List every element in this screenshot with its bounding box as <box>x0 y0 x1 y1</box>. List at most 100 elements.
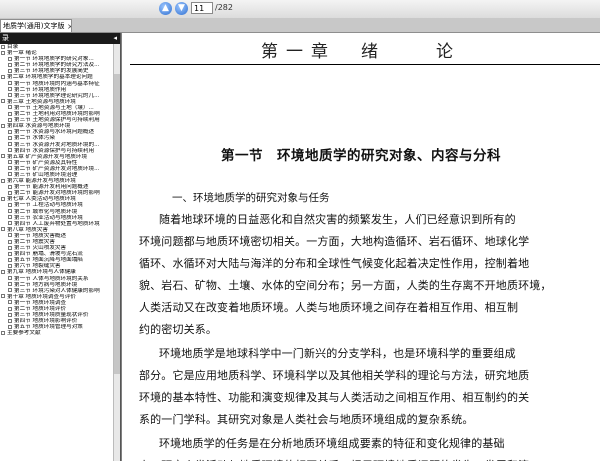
header-rule <box>130 64 600 65</box>
bookmark-expander-icon[interactable] <box>8 142 12 146</box>
bookmark-expander-icon[interactable] <box>1 99 5 104</box>
sidebar-title: 录 <box>2 34 9 42</box>
bookmark-label: 第一节 土地资源与土地（壤）... <box>14 104 94 111</box>
bookmark-expander-icon[interactable] <box>8 166 12 171</box>
bookmark-label: 第二节 能源开发对地质环境的影响 <box>14 190 100 197</box>
bookmark-expander-icon[interactable] <box>8 324 12 329</box>
bookmark-sidebar: 录 ◂ 目录 第一章 绪论 第一节 环境地质学的研究对象... 第二节 环境地质学的研… <box>0 33 121 461</box>
bookmark-expander-icon[interactable] <box>8 56 12 61</box>
bookmark-expander-icon[interactable] <box>1 196 5 201</box>
collapse-icon[interactable]: ◂ <box>113 33 117 44</box>
bookmark-label: 第五节 地质环境管理与对策 <box>14 324 83 331</box>
bookmark-expander-icon[interactable] <box>8 129 12 134</box>
bookmark-expander-icon[interactable] <box>8 215 12 220</box>
bookmark-label: 第三节 矿山地质环境治理 <box>14 171 78 178</box>
bookmark-expander-icon[interactable] <box>8 300 12 305</box>
bookmark-label: 第三节 地质环境质量现状评价 <box>14 312 89 319</box>
bookmark-label: 第二节 地震灾害 <box>14 239 55 245</box>
down-arrow-icon[interactable]: ▼ <box>175 2 188 15</box>
bookmark-expander-icon[interactable] <box>8 251 12 256</box>
bookmark-label: 第六节 地裂缝灾害 <box>14 263 61 270</box>
bookmark-expander-icon[interactable] <box>1 74 5 79</box>
bookmark-expander-icon[interactable] <box>8 312 12 317</box>
bookmark-label: 第十章 地质环境调查与评价 <box>7 293 76 300</box>
bookmark-expander-icon[interactable] <box>8 209 12 214</box>
bookmark-expander-icon[interactable] <box>8 111 12 116</box>
bookmark-label: 第二节 城市化与地质环境 <box>14 208 78 215</box>
bookmark-expander-icon[interactable] <box>8 239 12 244</box>
bookmark-expander-icon[interactable] <box>1 50 5 55</box>
bookmark-expander-icon[interactable] <box>8 190 12 195</box>
close-icon[interactable]: × <box>67 22 71 31</box>
bookmark-expander-icon[interactable] <box>1 294 5 299</box>
bookmark-expander-icon[interactable] <box>8 282 12 287</box>
bookmark-expander-icon[interactable] <box>8 81 12 86</box>
bookmark-label: 第一节 工程活动与地质环境 <box>14 202 83 209</box>
bookmark-expander-icon[interactable] <box>8 245 12 250</box>
bookmark-label: 第一节 矿产资源及其特性 <box>14 159 78 166</box>
bookmark-label: 第四节 人工废弃物处置与地质环境 <box>14 220 100 227</box>
bookmark-item[interactable]: 主要参考文献 <box>0 330 120 336</box>
bookmark-label: 目录 <box>7 44 19 50</box>
bookmark-expander-icon[interactable] <box>8 257 12 262</box>
bookmark-label: 第四节 地质环境影响评价 <box>14 318 78 325</box>
bookmark-expander-icon[interactable] <box>8 62 12 67</box>
tab-bar: 地质学(通用)文字版 × <box>0 18 600 33</box>
bookmark-label: 第六章 能源开发与地质环境 <box>7 178 76 185</box>
sidebar-scrollbar[interactable] <box>113 44 120 461</box>
bookmark-expander-icon[interactable] <box>8 105 12 110</box>
scrollbar-thumb[interactable] <box>114 74 120 374</box>
section-title: 第一节 环境地质学的研究对象、内容与分科 <box>221 148 501 164</box>
bookmark-expander-icon[interactable] <box>8 263 12 268</box>
bookmark-expander-icon[interactable] <box>1 123 5 128</box>
bookmark-label: 第一节 环境地质学的研究对象... <box>14 56 94 63</box>
bookmark-label: 第七章 人类活动与地质环境 <box>7 196 76 203</box>
bookmark-expander-icon[interactable] <box>8 202 12 207</box>
bookmark-expander-icon[interactable] <box>8 288 12 293</box>
sidebar-header: 录 ◂ <box>0 33 120 44</box>
bookmark-expander-icon[interactable] <box>1 269 5 274</box>
bookmark-expander-icon[interactable] <box>8 117 12 122</box>
bookmark-label: 第三节 环境地质学的发展简史 <box>14 68 89 75</box>
bookmark-expander-icon[interactable] <box>8 160 12 165</box>
body-line: 环境问题都与地质环境密切相关。一方面，大地构造循环、岩石循环、地球化学 <box>139 235 530 248</box>
bookmark-expander-icon[interactable] <box>8 135 12 140</box>
bookmark-expander-icon[interactable] <box>8 172 12 177</box>
bookmark-expander-icon[interactable] <box>1 154 5 159</box>
bookmark-label: 第二节 矿产资源开发对地质环境... <box>14 165 100 172</box>
bookmark-expander-icon[interactable] <box>1 330 5 335</box>
bookmark-label: 第三节 环境地质学理论研究的几... <box>14 92 100 99</box>
bookmark-label: 第九章 地质环境与人体健康 <box>7 269 76 276</box>
bookmark-expander-icon[interactable] <box>8 68 12 73</box>
bookmark-tree: 目录 第一章 绪论 第一节 环境地质学的研究对象... 第二节 环境地质学的研究方法及… <box>0 44 120 337</box>
bookmark-label: 第一节 地质环境的内涵与基本特征 <box>14 80 100 87</box>
bookmark-expander-icon[interactable] <box>8 87 12 92</box>
bookmark-label: 第四章 水资源与地质环境 <box>7 123 71 130</box>
body-line: 上，研究人类活动与地质环境的相互关系，揭示环境地质问题的发生、发展和演 <box>139 457 529 461</box>
bookmark-expander-icon[interactable] <box>1 227 5 232</box>
bookmark-label: 第二节 环境地质作用 <box>14 86 67 93</box>
bookmark-label: 第三节 环境污染对人体健康的影响 <box>14 287 100 294</box>
bookmark-expander-icon[interactable] <box>8 233 12 238</box>
bookmark-label: 第四节 水资源保护与可持续利用 <box>14 147 95 154</box>
body-line: 环境地质学的任务是在分析地质环境组成要素的特征和变化规律的基础 <box>159 437 505 450</box>
document-tab[interactable]: 地质学(通用)文字版 × <box>0 19 72 32</box>
bookmark-expander-icon[interactable] <box>8 318 12 323</box>
bookmark-expander-icon[interactable] <box>8 148 12 153</box>
page-number-input[interactable]: 11 <box>191 2 213 14</box>
bookmark-label: 第二节 水体污染 <box>14 135 55 142</box>
subsection-title: 一、环境地质学的研究对象与任务 <box>172 192 330 204</box>
bookmark-expander-icon[interactable] <box>8 221 12 226</box>
bookmark-expander-icon[interactable] <box>8 93 12 98</box>
bookmark-expander-icon[interactable] <box>8 306 12 311</box>
bookmark-label: 第二节 土地利用对地质环境的影响 <box>14 111 100 118</box>
bookmark-expander-icon[interactable] <box>1 44 5 49</box>
body-line: 环境地质学是地球科学中一门新兴的分支学科，也是环境科学的重要组成 <box>159 347 516 360</box>
bookmark-expander-icon[interactable] <box>8 276 12 281</box>
body-line: 貌、岩石、矿物、土壤、水体的空间分布；另一方面，人类的生存离不开地质环境， <box>139 279 552 292</box>
up-arrow-icon[interactable]: ▲ <box>159 2 172 15</box>
bookmark-expander-icon[interactable] <box>1 178 5 183</box>
document-page: 第一章 绪 论 第一节 环境地质学的研究对象、内容与分科 一、环境地质学的研究对… <box>122 33 600 461</box>
bookmark-expander-icon[interactable] <box>8 184 12 189</box>
bookmark-label: 第一节 地质灾害概述 <box>14 232 67 239</box>
